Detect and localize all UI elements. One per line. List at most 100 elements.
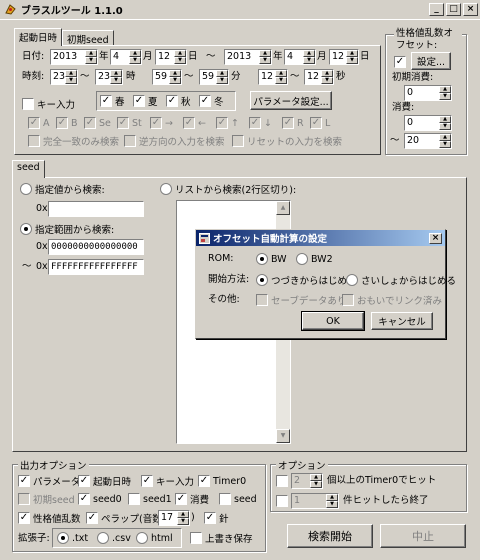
dialog-app-icon <box>199 232 210 244</box>
range-search-radio[interactable]: 指定範囲から検索: <box>20 222 114 236</box>
stop-button[interactable]: 中止 <box>380 524 466 548</box>
dialog-close-button[interactable]: × <box>429 232 442 244</box>
ext-csv-radio[interactable]: .csv <box>97 531 131 545</box>
new-game-radio[interactable]: さいしょからはじめる <box>346 273 456 287</box>
timer0-hit-label: 個以上のTimer0でヒット <box>327 475 437 486</box>
initial-consume-spinner[interactable]: 0 ▲ ▼ <box>404 85 452 101</box>
rom-label: ROM: <box>208 253 234 264</box>
offset-group-title: 性格値乱数オフセット: <box>394 28 462 52</box>
date-range-tilde: ～ <box>206 51 216 62</box>
output-initial-seed-checkbox[interactable]: 初期seed <box>18 492 75 506</box>
search-start-button[interactable]: 検索開始 <box>287 524 373 548</box>
output-parameter-checkbox[interactable]: ✓ パラメータ <box>18 474 80 488</box>
stop-after-hits-checkbox[interactable] <box>276 494 291 508</box>
key-right-checkbox[interactable]: ✓ → <box>150 116 173 130</box>
date-label: 日付: <box>22 51 45 62</box>
offset-enable-checkbox[interactable]: ✓ <box>394 55 409 69</box>
tab-seed[interactable]: seed <box>12 160 45 178</box>
close-button[interactable]: × <box>463 3 478 16</box>
exact-match-checkbox[interactable]: 完全一致のみ検索 <box>28 134 119 148</box>
tab-initial-seed[interactable]: 初期seed <box>62 30 114 46</box>
second-from-spinner[interactable]: 12 ▲ ▼ <box>258 69 288 85</box>
key-up-checkbox[interactable]: ✓ ↑ <box>216 116 239 130</box>
key-l-checkbox[interactable]: ✓ L <box>310 116 330 130</box>
specified-seed-input[interactable] <box>48 201 144 217</box>
key-left-checkbox[interactable]: ✓ ← <box>183 116 206 130</box>
continue-radio[interactable]: つづきからはじめる <box>256 273 357 287</box>
consume-to-spinner[interactable]: 20 ▲ ▼ <box>404 133 452 149</box>
minute-from-spinner[interactable]: 59 ▲ ▼ <box>152 69 182 85</box>
output-seed0-checkbox[interactable]: ✓ seed0 <box>78 492 122 506</box>
pelappu-count-spinner[interactable]: 17 ▲ ▼ <box>158 510 190 526</box>
output-seed-checkbox[interactable]: seed <box>219 492 257 506</box>
memory-link-checkbox[interactable]: おもいでリンク済み <box>342 293 442 307</box>
hits-count-spinner[interactable]: 1 ▲ ▼ <box>291 493 339 509</box>
year-unit: 年 <box>273 51 283 62</box>
key-b-checkbox[interactable]: ✓ B <box>56 116 78 130</box>
other-label: その他: <box>208 294 240 305</box>
year-from-spinner[interactable]: 2013 ▲ ▼ <box>50 49 98 65</box>
reset-search-checkbox[interactable]: リセットの入力を検索 <box>232 134 342 148</box>
key-start-checkbox[interactable]: ✓ St <box>117 116 142 130</box>
autumn-checkbox[interactable]: ✓ 秋 <box>166 94 191 108</box>
save-data-checkbox[interactable]: セーブデータあり <box>256 293 346 307</box>
output-seed1-checkbox[interactable]: seed1 <box>128 492 172 506</box>
key-a-checkbox[interactable]: ✓ A <box>28 116 50 130</box>
range-to-input[interactable]: FFFFFFFFFFFFFFFF <box>48 259 144 275</box>
key-r-checkbox[interactable]: ✓ R <box>282 116 304 130</box>
window-title: ブラスルツール 1.1.0 <box>21 6 123 17</box>
day-to-spinner[interactable]: 12 ▲ ▼ <box>329 49 359 65</box>
time-label: 時刻: <box>22 71 45 82</box>
winter-checkbox[interactable]: ✓ 冬 <box>199 94 224 108</box>
range-tilde: ～ <box>22 261 32 272</box>
month-from-spinner[interactable]: 4 ▲ ▼ <box>110 49 142 65</box>
stop-after-hits-label: 件ヒットしたら終了 <box>343 495 429 506</box>
key-down-checkbox[interactable]: ✓ ↓ <box>249 116 272 130</box>
key-input-checkbox[interactable]: キー入力 <box>22 97 75 111</box>
extension-label: 拡張子: <box>18 533 50 544</box>
spring-checkbox[interactable]: ✓ 春 <box>100 94 125 108</box>
hex-prefix: 0x <box>36 203 48 214</box>
start-method-label: 開始方法: <box>208 274 250 285</box>
output-needle-checkbox[interactable]: ✓ 針 <box>204 511 229 525</box>
tab-start-time[interactable]: 起動日時 <box>14 28 63 46</box>
ext-html-radio[interactable]: html <box>136 531 173 545</box>
hex-prefix: 0x <box>36 261 48 272</box>
hour-from-spinner[interactable]: 23 ▲ ▼ <box>50 69 78 85</box>
bw-radio[interactable]: BW <box>256 252 287 266</box>
ok-button[interactable]: OK <box>301 311 365 331</box>
offset-set-button[interactable]: 設定... <box>411 52 451 70</box>
bw2-radio[interactable]: BW2 <box>296 252 333 266</box>
output-personality-checkbox[interactable]: ✓ 性格値乱数 <box>18 511 81 525</box>
overwrite-checkbox[interactable]: 上書き保存 <box>190 531 253 545</box>
output-timer0-checkbox[interactable]: ✓ Timer0 <box>198 474 246 488</box>
maximize-button[interactable]: □ <box>446 3 461 16</box>
day-from-spinner[interactable]: 12 ▲ ▼ <box>155 49 187 65</box>
output-consume-checkbox[interactable]: ✓ 消費 <box>175 492 209 506</box>
summer-checkbox[interactable]: ✓ 夏 <box>133 94 158 108</box>
parameter-settings-button[interactable]: パラメータ設定... <box>250 91 332 110</box>
output-pelappu-checkbox[interactable]: ✓ ペラップ(音数: <box>86 511 165 525</box>
scroll-down-arrow[interactable]: ▼ <box>276 429 290 443</box>
month-to-spinner[interactable]: 4 ▲ ▼ <box>284 49 316 65</box>
timer0-count-spinner[interactable]: 2 ▲ ▼ <box>291 473 323 489</box>
ext-txt-radio[interactable]: .txt <box>57 531 88 545</box>
dialog-title: オフセット自動計算の設定 <box>213 234 328 245</box>
consume-from-spinner[interactable]: 0 ▲ ▼ <box>404 115 452 131</box>
second-to-spinner[interactable]: 12 ▲ ▼ <box>304 69 334 85</box>
timer0-hit-checkbox[interactable] <box>276 474 291 488</box>
range-from-input[interactable]: 0000000000000000 <box>48 239 144 255</box>
scroll-up-arrow[interactable]: ▲ <box>276 201 290 215</box>
day-unit: 日 <box>360 51 370 62</box>
key-select-checkbox[interactable]: ✓ Se <box>84 116 111 130</box>
reverse-search-checkbox[interactable]: 逆方向の入力を検索 <box>124 134 225 148</box>
output-key-input-checkbox[interactable]: ✓ キー入力 <box>141 474 194 488</box>
minute-to-spinner[interactable]: 59 ▲ ▼ <box>199 69 229 85</box>
output-start-time-checkbox[interactable]: ✓ 起動日時 <box>78 474 131 488</box>
cancel-button[interactable]: キャンセル <box>371 312 433 330</box>
list-search-radio[interactable]: リストから検索(2行区切り): <box>160 182 296 196</box>
minimize-button[interactable]: _ <box>429 3 444 16</box>
hour-to-spinner[interactable]: 23 ▲ ▼ <box>95 69 123 85</box>
year-to-spinner[interactable]: 2013 ▲ ▼ <box>224 49 272 65</box>
specified-value-radio[interactable]: 指定値から検索: <box>20 182 105 196</box>
